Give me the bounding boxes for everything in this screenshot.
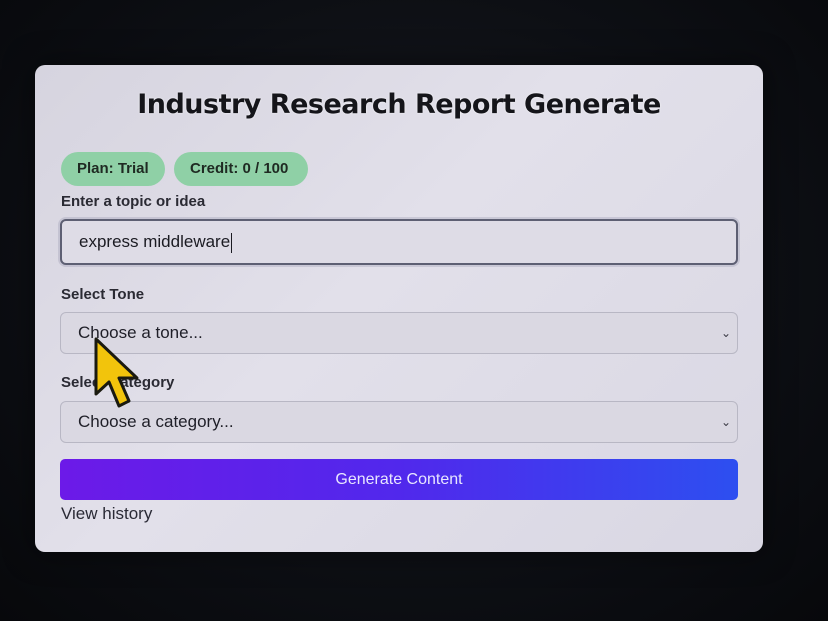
topic-input-value: express middleware <box>79 232 231 251</box>
chevron-down-icon: ⌄ <box>720 326 731 340</box>
topic-input[interactable]: express middleware <box>60 219 738 265</box>
credit-badge: Credit: 0 / 100 <box>174 152 308 186</box>
mouse-cursor-icon <box>94 337 139 408</box>
category-select[interactable]: Choose a category... ⌄ <box>60 401 738 443</box>
generator-card: Industry Research Report Generate Plan: … <box>35 65 763 552</box>
view-history-link[interactable]: View history <box>61 504 152 524</box>
generate-content-button[interactable]: Generate Content <box>60 459 738 500</box>
tone-select[interactable]: Choose a tone... ⌄ <box>60 312 738 354</box>
chevron-down-icon: ⌄ <box>720 415 731 429</box>
topic-label: Enter a topic or idea <box>61 193 206 210</box>
tone-label: Select Tone <box>61 286 145 303</box>
page-title: Industry Research Report Generate <box>137 89 661 120</box>
text-caret <box>231 232 233 253</box>
category-select-value: Choose a category... <box>78 412 234 431</box>
plan-badge: Plan: Trial <box>61 152 165 186</box>
